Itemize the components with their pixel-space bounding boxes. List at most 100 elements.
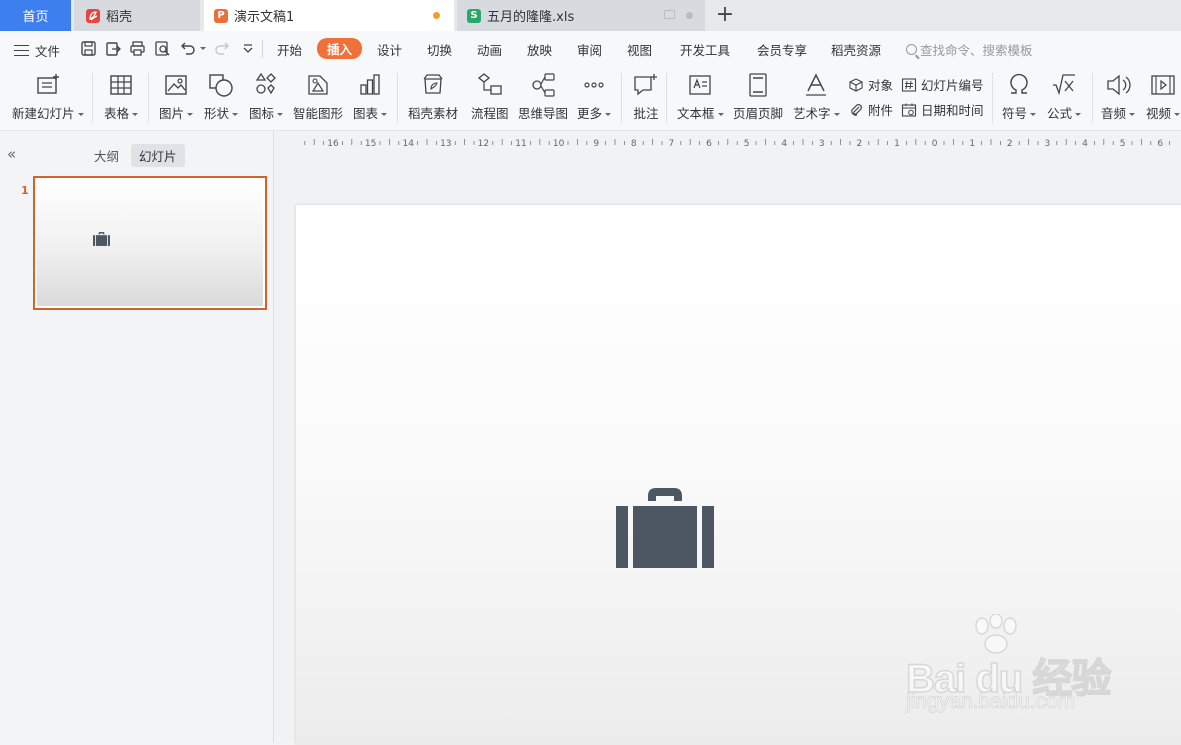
- slides-tab[interactable]: 幻灯片: [131, 144, 185, 167]
- docer-material-button[interactable]: 稻壳素材: [408, 71, 458, 122]
- ruler-label: 16: [327, 139, 339, 149]
- comment-button[interactable]: 批注: [632, 71, 660, 122]
- video-button[interactable]: 视频: [1146, 71, 1181, 122]
- briefcase-icon[interactable]: [616, 488, 714, 568]
- outline-tab[interactable]: 大纲: [86, 144, 127, 167]
- audio-button[interactable]: 音频: [1101, 71, 1136, 122]
- command-search[interactable]: 查找命令、搜索模板: [906, 40, 1033, 59]
- export-icon[interactable]: [105, 40, 122, 57]
- ruler-label: 15: [365, 139, 376, 149]
- mindmap-label: 思维导图: [518, 106, 569, 121]
- undo-icon[interactable]: [179, 40, 196, 57]
- menu-tab-docer-resources[interactable]: 稻壳资源: [831, 40, 881, 59]
- horizontal-ruler[interactable]: 16 15 14 13 12 11 10 9 8 7 6 5 4 3 2 1 0 1 2 3 4 5 6: [297, 131, 1181, 153]
- wordart-label: 艺术字: [793, 106, 831, 121]
- equation-button[interactable]: 公式: [1047, 71, 1082, 122]
- tab-docer[interactable]: 稻壳: [74, 0, 200, 31]
- tab-presentation-label: 演示文稿1: [234, 10, 295, 25]
- ribbon-divider: [92, 73, 93, 123]
- shape-icon: [209, 74, 233, 97]
- ruler-label: 4: [1082, 139, 1088, 149]
- menu-tab-home[interactable]: 开始: [277, 40, 302, 59]
- ruler-label: 10: [553, 139, 565, 149]
- slide-thumbnail-canvas: [37, 180, 263, 306]
- textbox-label: 文本框: [677, 106, 715, 121]
- equation-icon: [1053, 74, 1075, 96]
- insert-ribbon: 新建幻灯片 表格 图片 形状 图标 智能图形 图表 稻壳素材 流程图 思维导图: [0, 67, 1181, 131]
- flowchart-button[interactable]: 流程图: [471, 71, 509, 122]
- ribbon-divider: [992, 73, 993, 123]
- tab-presentation[interactable]: P 演示文稿1: [204, 0, 454, 31]
- ruler-label: 3: [1045, 139, 1051, 149]
- monitor-icon[interactable]: [664, 10, 675, 19]
- wordart-button[interactable]: 艺术字: [793, 71, 840, 122]
- menu-tab-view[interactable]: 视图: [627, 40, 652, 59]
- smartart-button[interactable]: 智能图形: [293, 71, 343, 122]
- mindmap-button[interactable]: 思维导图: [518, 71, 568, 122]
- audio-label: 音频: [1101, 106, 1127, 121]
- redo-icon[interactable]: [214, 40, 231, 57]
- chart-label: 图表: [353, 106, 379, 121]
- icon-library-button[interactable]: 图标: [249, 71, 284, 122]
- menu-tab-insert[interactable]: 插入: [317, 38, 363, 59]
- menu-tab-transitions[interactable]: 切换: [427, 40, 452, 59]
- object-button[interactable]: 对象: [848, 75, 893, 94]
- chart-button[interactable]: 图表: [353, 71, 388, 122]
- ruler-label: 2: [1007, 139, 1013, 149]
- customize-toolbar-icon[interactable]: [240, 40, 257, 57]
- slide-thumbnail[interactable]: [33, 176, 267, 310]
- menu-tab-slideshow[interactable]: 放映: [527, 40, 552, 59]
- calendar-icon: [901, 103, 917, 117]
- ruler-label: 5: [744, 139, 750, 149]
- textbox-button[interactable]: 文本框: [677, 71, 724, 122]
- picture-icon: [165, 75, 187, 95]
- tab-bar: 首页 稻壳 P 演示文稿1 S 五月的隆隆.xls +: [0, 0, 1181, 31]
- save-icon[interactable]: [80, 40, 97, 57]
- object-icon: [849, 77, 863, 92]
- watermark-url: jingyan.baidu.com: [906, 690, 1076, 714]
- tab-close-dot-icon[interactable]: [686, 12, 693, 19]
- collapse-panel-icon[interactable]: «: [7, 145, 16, 163]
- undo-dropdown-icon[interactable]: [197, 40, 206, 57]
- attachment-button[interactable]: 附件: [848, 100, 893, 119]
- icon-library-icon: [255, 72, 276, 95]
- file-menu-button[interactable]: 文件: [14, 41, 60, 60]
- tab-spreadsheet[interactable]: S 五月的隆隆.xls: [457, 0, 705, 31]
- object-label: 对象: [868, 78, 894, 93]
- new-tab-button[interactable]: +: [714, 3, 736, 27]
- ribbon-divider: [1092, 73, 1093, 123]
- docer-material-label: 稻壳素材: [408, 106, 459, 121]
- wordart-icon: [806, 73, 827, 96]
- menu-tab-membership[interactable]: 会员专享: [757, 40, 807, 59]
- table-button[interactable]: 表格: [104, 71, 139, 122]
- ruler-label: 2: [857, 139, 863, 149]
- more-button[interactable]: 更多: [577, 71, 612, 122]
- omega-icon: [1010, 73, 1028, 94]
- search-icon: [906, 44, 917, 55]
- menu-bar: 文件 开始 插入 设计 切换 动画 放映 审阅 视图 开发工具 会员专享 稻壳资…: [0, 31, 1181, 67]
- new-slide-button[interactable]: 新建幻灯片: [12, 71, 84, 122]
- ruler-label: 11: [515, 139, 526, 149]
- icon-library-label: 图标: [249, 106, 275, 121]
- slide-number-button[interactable]: 幻灯片编号: [901, 75, 984, 94]
- print-preview-icon[interactable]: [154, 40, 171, 57]
- more-icon: [584, 82, 604, 88]
- menu-tab-animations[interactable]: 动画: [477, 40, 502, 59]
- shape-button[interactable]: 形状: [204, 71, 239, 122]
- ruler-label: 13: [440, 139, 451, 149]
- tab-spreadsheet-label: 五月的隆隆.xls: [487, 10, 575, 25]
- header-footer-button[interactable]: 页眉页脚: [733, 71, 783, 122]
- smartart-label: 智能图形: [293, 106, 344, 121]
- attachment-label: 附件: [868, 103, 894, 118]
- menu-tab-developer[interactable]: 开发工具: [680, 40, 730, 59]
- symbol-button[interactable]: 符号: [1002, 71, 1037, 122]
- docer-material-icon: [423, 74, 443, 94]
- tab-home[interactable]: 首页: [0, 0, 71, 31]
- menu-tab-review[interactable]: 审阅: [577, 40, 602, 59]
- date-time-button[interactable]: 日期和时间: [901, 100, 984, 119]
- print-icon[interactable]: [129, 40, 146, 57]
- picture-button[interactable]: 图片: [159, 71, 194, 122]
- slide-number-label: 幻灯片编号: [921, 78, 984, 93]
- menu-tab-design[interactable]: 设计: [377, 40, 402, 59]
- date-time-label: 日期和时间: [921, 103, 984, 118]
